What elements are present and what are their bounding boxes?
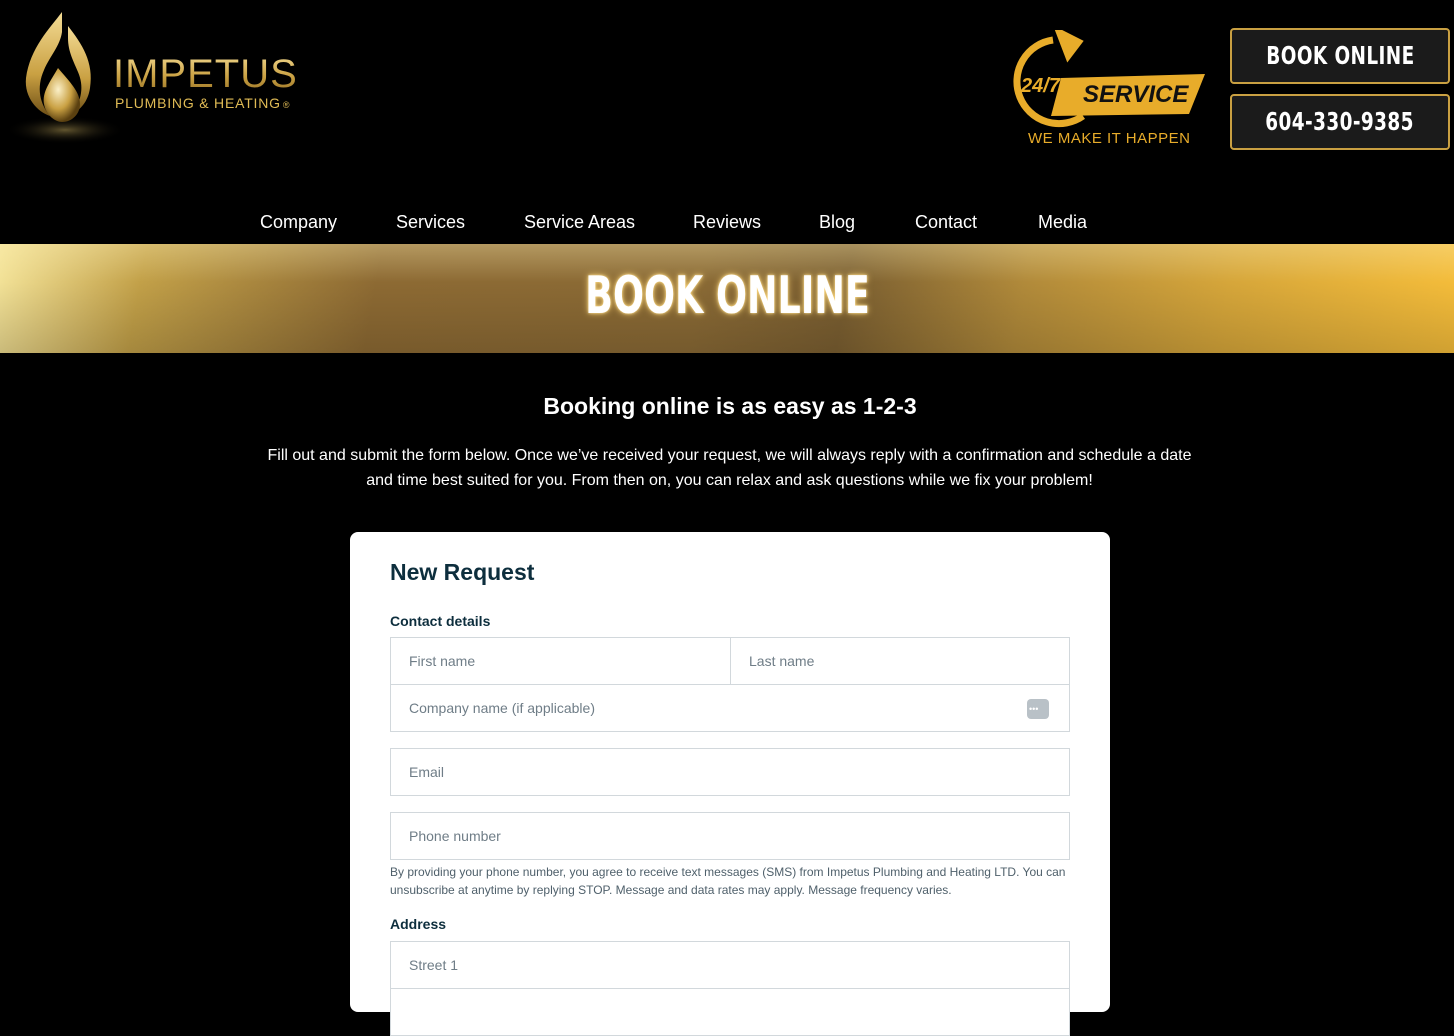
site-header: IMPETUS PLUMBING & HEATING ® 24/7 SERVICE…: [0, 0, 1454, 244]
intro-heading: Booking online is as easy as 1-2-3: [543, 393, 917, 419]
email-input[interactable]: [407, 763, 1053, 781]
company-input[interactable]: [407, 699, 1053, 717]
address-label: Address: [390, 916, 447, 932]
phone-input[interactable]: [407, 827, 1053, 845]
page-title: BOOK ONLINE: [584, 266, 870, 326]
nav-item-company[interactable]: Company: [260, 212, 337, 233]
nav-item-service-areas[interactable]: Service Areas: [524, 212, 635, 233]
page-banner: BOOK ONLINE: [0, 244, 1454, 353]
nav-item-contact[interactable]: Contact: [915, 212, 977, 233]
badge-label: SERVICE: [1083, 81, 1189, 108]
badge-hours: 24/7: [1020, 75, 1061, 97]
first-name-input[interactable]: [407, 652, 714, 670]
street1-field[interactable]: [390, 941, 1070, 989]
nav-item-blog[interactable]: Blog: [819, 212, 855, 233]
sms-consent-note: By providing your phone number, you agre…: [390, 865, 1066, 897]
nav-item-reviews[interactable]: Reviews: [693, 212, 761, 233]
nav-item-media[interactable]: Media: [1038, 212, 1087, 233]
phone-field[interactable]: [390, 812, 1070, 860]
contact-details-label: Contact details: [390, 613, 491, 629]
request-form-card: New Request Contact details By providing…: [350, 532, 1110, 1036]
flame-drop-icon: [10, 12, 120, 144]
impetus-logo[interactable]: IMPETUS PLUMBING & HEATING ®: [10, 8, 320, 148]
book-online-button[interactable]: BOOK ONLINE: [1230, 28, 1450, 84]
main-nav: Company Services Service Areas Reviews B…: [0, 212, 1454, 236]
email-field[interactable]: [390, 748, 1070, 796]
logo-tagline: PLUMBING & HEATING ®: [115, 95, 291, 111]
last-name-field[interactable]: [730, 637, 1070, 685]
form-title: New Request: [390, 559, 535, 585]
first-name-field[interactable]: [390, 637, 731, 685]
intro-text: Fill out and submit the form below. Once…: [267, 447, 1192, 489]
phone-button[interactable]: 604-330-9385: [1230, 94, 1450, 150]
street1-input[interactable]: [407, 956, 1053, 974]
badge-tagline: WE MAKE IT HAPPEN: [1028, 130, 1191, 147]
company-field[interactable]: [390, 684, 1070, 732]
nav-item-services[interactable]: Services: [396, 212, 465, 233]
last-name-input[interactable]: [747, 652, 1053, 670]
logo-name: IMPETUS: [113, 52, 298, 96]
street2-field[interactable]: [390, 988, 1070, 1036]
autofill-icon[interactable]: [1027, 699, 1049, 719]
